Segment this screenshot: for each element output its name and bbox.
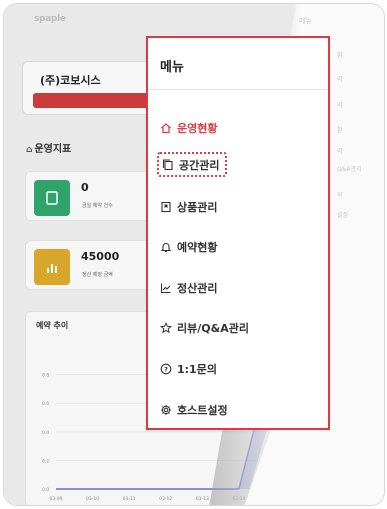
faded-item: 리 xyxy=(337,76,343,83)
home-icon xyxy=(161,123,171,134)
menu-item-inquiry[interactable]: ? 1:1문의 xyxy=(160,358,217,380)
menu-title: 메뉴 xyxy=(160,60,184,75)
chart-line-icon xyxy=(160,283,171,294)
menu-item-settlement-management[interactable]: 정산관리 xyxy=(160,277,217,299)
faded-item: 의 xyxy=(337,192,343,199)
faded-item: 리 xyxy=(337,148,343,155)
menu-divider xyxy=(148,89,328,90)
menu-item-host-settings[interactable]: 호스트설정 xyxy=(160,399,228,421)
gear-icon xyxy=(161,405,171,415)
faded-item: Q&A관리 xyxy=(337,166,362,173)
star-icon xyxy=(160,322,172,334)
faded-item: 설정 xyxy=(337,212,349,219)
faded-item: 황 xyxy=(337,127,343,134)
svg-text:?: ? xyxy=(164,365,168,373)
faded-item: 리 xyxy=(337,102,343,109)
menu-item-product-management[interactable]: 상품관리 xyxy=(160,196,217,218)
copy-icon xyxy=(162,158,173,170)
question-icon: ? xyxy=(160,363,172,375)
bookmark-icon xyxy=(161,201,171,213)
faded-menu-header: 메뉴 xyxy=(299,17,312,25)
menu-item-space-management[interactable]: 공간관리 xyxy=(157,152,228,177)
bell-icon xyxy=(160,243,172,253)
menu-item-reservation-status[interactable]: 예약현황 xyxy=(160,236,217,258)
menu-item-operation-status[interactable]: 운영현황 xyxy=(160,117,217,139)
menu-item-review-qa-management[interactable]: 리뷰/Q&A관리 xyxy=(160,317,249,339)
menu-panel: 메뉴 운영현황 공간관리 상품관리 예약현황 정산관리 리뷰/Q&A관리 ? 1… xyxy=(146,36,330,430)
faded-item: 황 xyxy=(337,52,343,59)
